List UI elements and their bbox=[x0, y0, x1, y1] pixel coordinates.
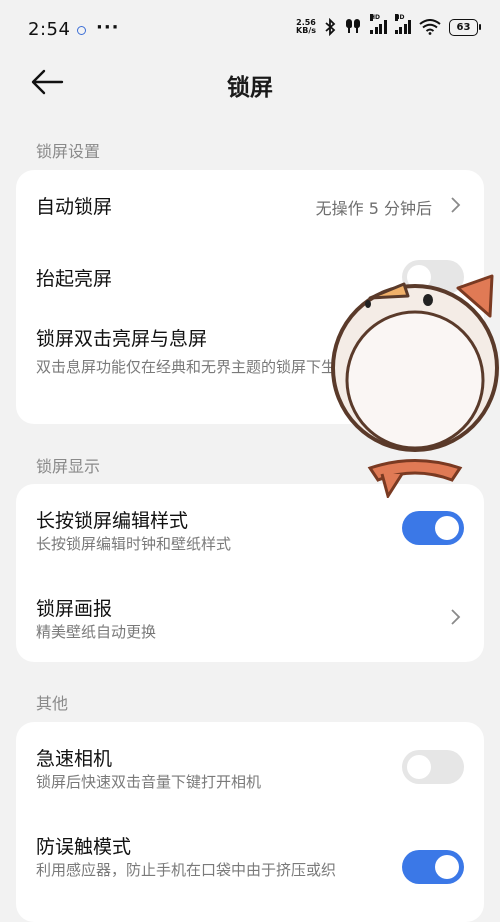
raise-to-wake-title: 抬起亮屏 bbox=[36, 268, 113, 290]
more-notifications-icon: ··· bbox=[96, 17, 120, 38]
magazine-subtitle: 精美壁纸自动更换 bbox=[36, 623, 157, 641]
signal-icon-1: HD bbox=[370, 14, 387, 34]
long-press-title: 长按锁屏编辑样式 bbox=[36, 510, 189, 532]
page-title: 锁屏 bbox=[227, 75, 273, 101]
long-press-subtitle: 长按锁屏编辑时钟和壁纸样式 bbox=[36, 535, 232, 553]
quick-camera-title: 急速相机 bbox=[36, 748, 113, 770]
anti-mistouch-toggle[interactable] bbox=[402, 850, 464, 884]
network-speed: 2.56 KB/s bbox=[296, 18, 316, 35]
signal-icon-2: HD bbox=[394, 14, 411, 34]
row-quick-camera: 急速相机 锁屏后快速双击音量下键打开相机 bbox=[16, 722, 484, 812]
chevron-right-icon bbox=[451, 609, 461, 625]
bluetooth-icon bbox=[325, 18, 336, 36]
quick-camera-subtitle: 锁屏后快速双击音量下键打开相机 bbox=[36, 773, 262, 791]
battery-icon: 63 bbox=[449, 18, 481, 36]
section-label-other: 其他 bbox=[36, 694, 69, 713]
status-bar: 2:54 ··· 2.56 KB/s HD HD 63 bbox=[0, 0, 500, 58]
row-anti-mistouch: 防误触模式 利用感应器，防止手机在口袋中由于挤压或织 bbox=[16, 812, 484, 902]
app-header: 锁屏 bbox=[0, 58, 500, 112]
chevron-right-icon bbox=[451, 197, 461, 213]
auto-lock-title: 自动锁屏 bbox=[36, 196, 113, 218]
long-press-toggle[interactable] bbox=[402, 511, 464, 545]
section-label-lock-display: 锁屏显示 bbox=[36, 457, 101, 476]
magazine-title: 锁屏画报 bbox=[36, 598, 113, 620]
section-label-lock-settings: 锁屏设置 bbox=[36, 142, 101, 161]
card-lock-display: 长按锁屏编辑样式 长按锁屏编辑时钟和壁纸样式 锁屏画报 精美壁纸自动更换 bbox=[16, 484, 484, 662]
floating-assistant-snowman-icon[interactable] bbox=[330, 268, 500, 498]
double-tap-subtitle: 双击息屏功能仅在经典和无界主题的锁屏下生效 bbox=[36, 358, 352, 376]
card-other: 急速相机 锁屏后快速双击音量下键打开相机 防误触模式 利用感应器，防止手机在口袋… bbox=[16, 722, 484, 922]
status-icons: 2.56 KB/s HD HD 63 bbox=[296, 14, 481, 36]
anti-mistouch-subtitle: 利用感应器，防止手机在口袋中由于挤压或织 bbox=[36, 861, 337, 879]
status-time: 2:54 bbox=[28, 19, 71, 40]
wifi-icon bbox=[419, 19, 441, 35]
auto-lock-value: 无操作 5 分钟后 bbox=[315, 199, 432, 218]
notification-icon bbox=[77, 26, 86, 35]
row-magazine[interactable]: 锁屏画报 精美壁纸自动更换 bbox=[16, 572, 484, 662]
double-tap-title: 锁屏双击亮屏与息屏 bbox=[36, 328, 208, 350]
anti-mistouch-title: 防误触模式 bbox=[36, 836, 132, 858]
row-auto-lock[interactable]: 自动锁屏 无操作 5 分钟后 bbox=[16, 170, 484, 242]
earbuds-icon bbox=[345, 19, 361, 33]
quick-camera-toggle[interactable] bbox=[402, 750, 464, 784]
